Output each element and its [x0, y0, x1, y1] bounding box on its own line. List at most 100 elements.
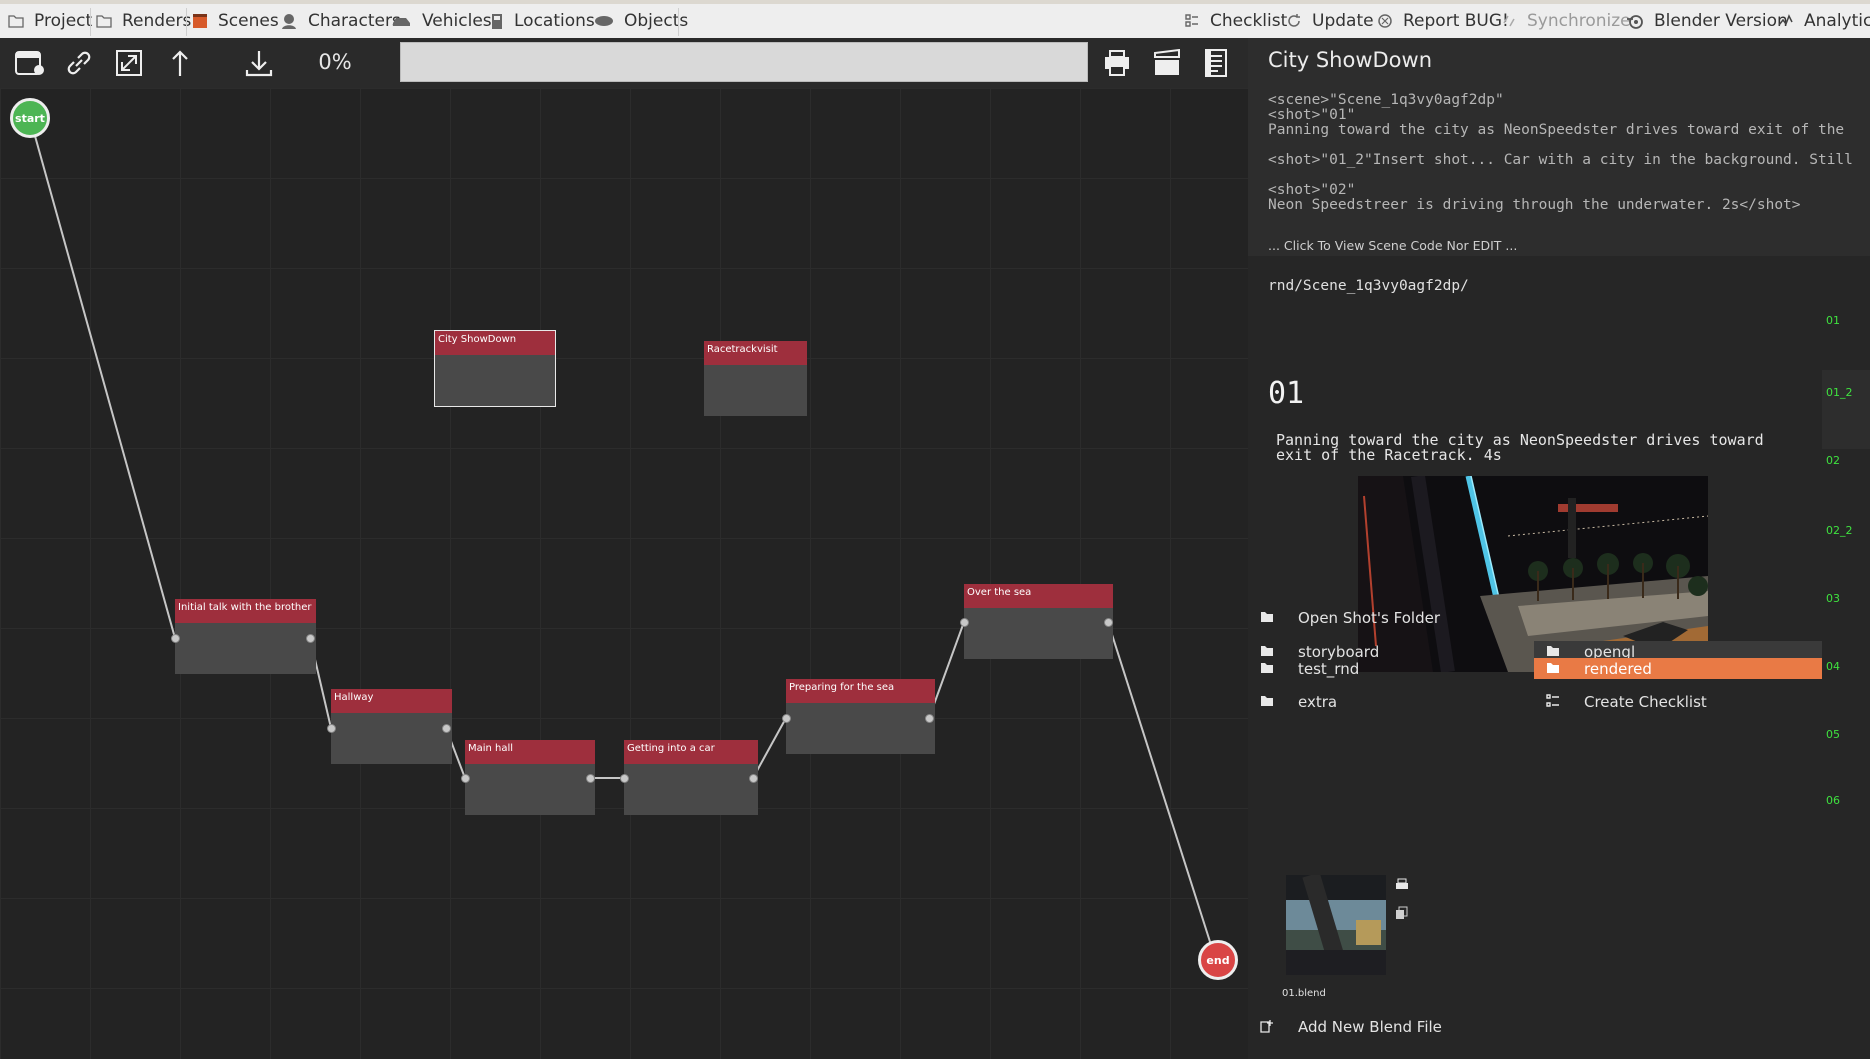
- scene-code-preview: <scene>"Scene_1q3vy0agf2dp" <shot>"01" P…: [1268, 92, 1853, 213]
- scene-node[interactable]: Racetrackvisit: [704, 341, 807, 416]
- folder-label: extra: [1298, 693, 1338, 711]
- scene-node-title: Getting into a car: [624, 740, 758, 764]
- shot-navigator[interactable]: 01 01_2 02 02_2 03 04 05 06: [1822, 256, 1870, 1059]
- characters-tab[interactable]: Characters: [280, 4, 401, 38]
- shot-nav-item[interactable]: 03: [1826, 592, 1840, 605]
- folder-icon: [8, 15, 24, 28]
- output-port[interactable]: [1104, 618, 1113, 627]
- scene-node-title: Hallway: [331, 689, 452, 713]
- shot-nav-band: [1822, 370, 1870, 449]
- scene-node[interactable]: City ShowDown: [434, 330, 556, 407]
- scene-node[interactable]: Initial talk with the brother: [175, 599, 316, 674]
- folder-icon: [1261, 612, 1273, 622]
- scene-node[interactable]: Over the sea: [964, 584, 1113, 659]
- node-canvas[interactable]: start end City ShowDown Racetrackvisit I…: [0, 88, 1248, 1059]
- renders-tab[interactable]: Renders: [96, 4, 191, 38]
- scene-node[interactable]: Main hall: [465, 740, 595, 815]
- add-blend-file-button[interactable]: Add New Blend File: [1260, 1017, 1660, 1037]
- progress-percent: 0%: [318, 50, 352, 74]
- printer-icon[interactable]: [1395, 878, 1409, 892]
- scene-detail-panel: City ShowDown <scene>"Scene_1q3vy0agf2dp…: [1248, 38, 1870, 1059]
- input-port[interactable]: [327, 724, 336, 733]
- output-port[interactable]: [749, 774, 758, 783]
- blender-version-label: Blender Version: [1654, 11, 1788, 31]
- open-shot-folder-label: Open Shot's Folder: [1298, 609, 1440, 627]
- end-node[interactable]: end: [1198, 940, 1238, 980]
- scene-node[interactable]: Preparing for the sea: [786, 679, 935, 754]
- storyboard-button[interactable]: [1150, 46, 1184, 80]
- locations-tab-label: Locations: [514, 11, 595, 31]
- start-node[interactable]: start: [10, 98, 50, 138]
- analytics-label: Analytics: [1804, 11, 1870, 31]
- input-port[interactable]: [620, 774, 629, 783]
- scene-node[interactable]: Hallway: [331, 689, 452, 764]
- checklist-label: Checklist: [1210, 11, 1288, 31]
- shot-detail: rnd/Scene_1q3vy0agf2dp/ 01 Panning towar…: [1248, 256, 1822, 1059]
- shot-number: 01: [1268, 376, 1305, 411]
- analytics-button[interactable]: Analytics: [1778, 4, 1870, 38]
- new-node-icon: [15, 51, 44, 75]
- character-icon: [282, 14, 296, 29]
- update-label: Update: [1312, 11, 1374, 31]
- folder-extra[interactable]: extra: [1260, 692, 1520, 712]
- blender-version-button[interactable]: Blender Version: [1626, 4, 1788, 38]
- update-icon: [1288, 14, 1300, 27]
- download-button[interactable]: [242, 46, 276, 80]
- checklist-button[interactable]: Checklist: [1184, 4, 1287, 38]
- input-port[interactable]: [960, 618, 969, 627]
- fit-view-button[interactable]: [112, 46, 146, 80]
- input-port[interactable]: [782, 714, 791, 723]
- scene-node-title: Racetrackvisit: [704, 341, 807, 365]
- scene-node-title: Preparing for the sea: [786, 679, 935, 703]
- render-button[interactable]: [1100, 46, 1134, 80]
- link-button[interactable]: [62, 46, 96, 80]
- folder-label: test_rnd: [1298, 660, 1360, 678]
- blender-icon: [1627, 15, 1643, 29]
- download-icon: [245, 51, 273, 77]
- scene-node[interactable]: Getting into a car: [624, 740, 758, 815]
- input-port[interactable]: [461, 774, 470, 783]
- add-node-button[interactable]: [12, 46, 46, 80]
- folder-rendered[interactable]: rendered: [1546, 659, 1822, 679]
- shot-path: rnd/Scene_1q3vy0agf2dp/: [1268, 278, 1469, 294]
- view-scene-code-link[interactable]: ... Click To View Scene Code Nor EDIT ..…: [1268, 238, 1517, 253]
- scenes-tab[interactable]: Scenes: [192, 4, 279, 38]
- output-port[interactable]: [586, 774, 595, 783]
- folder-label: rendered: [1584, 660, 1652, 678]
- clapperboard-icon: [1154, 49, 1180, 75]
- search-input[interactable]: [400, 42, 1088, 82]
- shot-nav-item[interactable]: 02: [1826, 454, 1840, 467]
- update-button[interactable]: Update: [1286, 4, 1374, 38]
- folder-icon: [1547, 663, 1559, 673]
- shot-nav-item[interactable]: 02_2: [1826, 524, 1853, 537]
- shot-nav-item[interactable]: 05: [1826, 728, 1840, 741]
- shot-nav-item[interactable]: 01: [1826, 314, 1840, 327]
- object-icon: [595, 16, 613, 26]
- shot-nav-item[interactable]: 01_2: [1826, 386, 1853, 399]
- vehicles-tab[interactable]: Vehicles: [392, 4, 492, 38]
- printer-icon: [1105, 50, 1129, 76]
- folder-test-rnd[interactable]: test_rnd: [1260, 659, 1520, 679]
- sync-icon: [1503, 15, 1515, 27]
- project-tab[interactable]: Project: [8, 4, 92, 38]
- shot-nav-item[interactable]: 06: [1826, 794, 1840, 807]
- connection-wires: [29, 117, 1213, 949]
- copy-file-icon[interactable]: [1395, 906, 1409, 920]
- upload-button[interactable]: [163, 46, 197, 80]
- output-port[interactable]: [925, 714, 934, 723]
- objects-tab[interactable]: Objects: [594, 4, 688, 38]
- create-checklist-button[interactable]: Create Checklist: [1546, 692, 1822, 712]
- blend-file-name: 01.blend: [1282, 988, 1326, 999]
- locations-tab[interactable]: Locations: [490, 4, 595, 38]
- report-bug-button[interactable]: Report BUG!: [1377, 4, 1509, 38]
- synchronize-button[interactable]: Synchronize: [1501, 4, 1631, 38]
- blend-file-thumbnail[interactable]: [1286, 875, 1386, 975]
- open-shot-folder-button[interactable]: Open Shot's Folder: [1260, 608, 1660, 628]
- shot-nav-item[interactable]: 04: [1826, 660, 1840, 673]
- script-button[interactable]: [1199, 46, 1233, 80]
- project-tab-label: Project: [34, 11, 93, 31]
- output-port[interactable]: [306, 634, 315, 643]
- output-port[interactable]: [442, 724, 451, 733]
- location-icon: [492, 14, 502, 29]
- input-port[interactable]: [171, 634, 180, 643]
